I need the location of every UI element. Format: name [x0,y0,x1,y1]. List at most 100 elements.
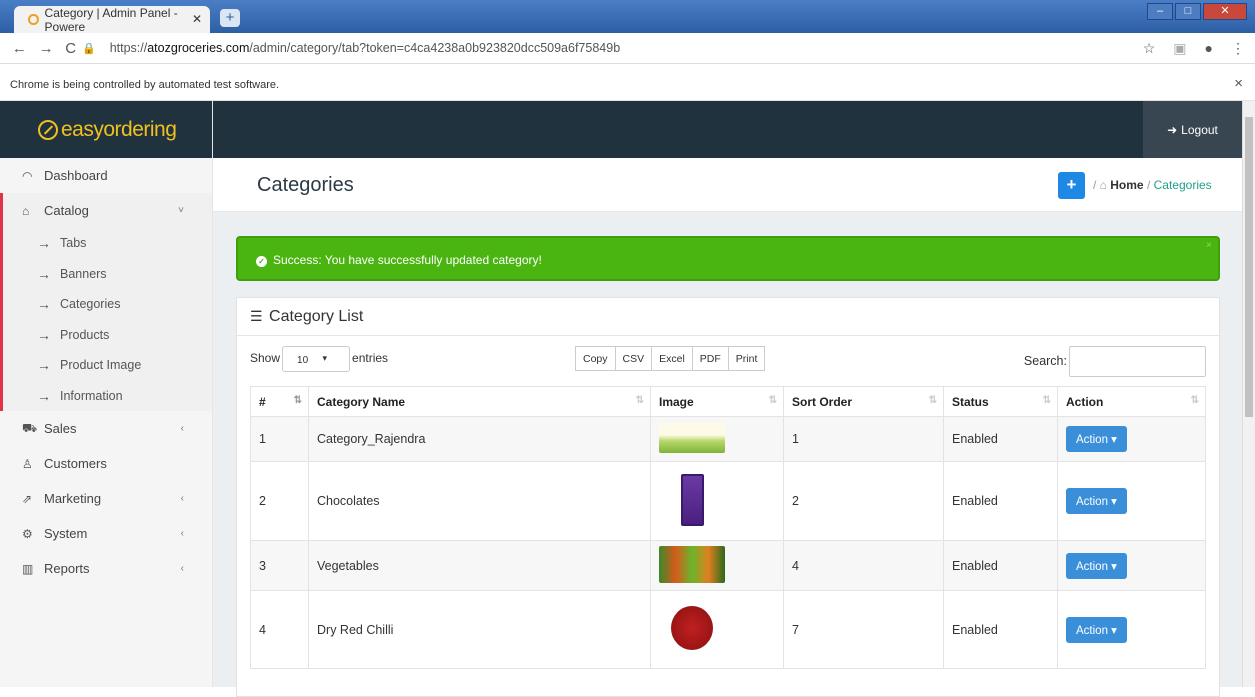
table-row: 3 Vegetables 4 Enabled Action ▾ [250,540,1206,591]
minimize-button[interactable]: – [1147,3,1173,20]
search-input[interactable] [1069,346,1206,377]
entries-value: 10 [297,355,309,366]
arrow-right-icon: → [37,387,51,404]
close-tab-icon[interactable]: ✕ [192,12,202,26]
forward-icon[interactable]: → [39,40,54,57]
sidebar-item-customers[interactable]: ♙ Customers [0,446,212,481]
sidebar-item-reports[interactable]: ▥ Reports ‹ [0,551,212,586]
col-header-image[interactable]: Image ⇅ [650,386,784,417]
col-header-name[interactable]: Category Name ⇅ [308,386,651,417]
sidebar-item-dashboard[interactable]: ◠ Dashboard [0,158,212,193]
sidebar-label: Information [60,388,123,403]
action-dropdown-button[interactable]: Action ▾ [1066,552,1127,579]
scrollbar-thumb[interactable] [1245,117,1253,417]
col-header-number[interactable]: # ⇅ [250,386,309,417]
col-header-action[interactable]: Action ⇅ [1057,386,1206,417]
window-controls: – □ ✕ [1147,3,1247,20]
sidebar-item-catalog[interactable]: ⌂ Catalog ˅ [3,193,212,228]
excel-button[interactable]: Excel [651,346,693,371]
action-label: Action [1076,624,1108,637]
share-icon: ⇗ [22,491,33,506]
export-buttons: Copy CSV Excel PDF Print [575,346,766,371]
logout-label: Logout [1181,122,1218,137]
cell-sort-order: 1 [783,416,944,462]
action-dropdown-button[interactable]: Action ▾ [1066,426,1127,452]
sidebar-subitem-categories[interactable]: → Categories [3,289,212,320]
list-icon: ☰ [250,308,263,324]
maximize-button[interactable]: □ [1175,3,1201,20]
col-header-sort-order[interactable]: Sort Order ⇅ [783,386,944,417]
chevron-left-icon: ‹ [180,563,184,574]
sidebar-label: Customers [44,456,107,471]
card-header: ☰ Category List [237,298,1219,336]
browser-tab[interactable]: Category | Admin Panel - Powere ✕ [14,6,210,34]
breadcrumb-home[interactable]: Home [1110,178,1143,192]
sidebar-item-marketing[interactable]: ⇗ Marketing ‹ [0,481,212,516]
table-row: 4 Dry Red Chilli 7 Enabled Action ▾ [250,590,1206,669]
page-scrollbar[interactable] [1242,101,1255,687]
back-icon[interactable]: ← [12,40,27,57]
brand-logo[interactable]: easyordering [0,101,212,158]
bookmark-star-icon[interactable]: ☆ [1143,40,1156,57]
close-infobar-icon[interactable]: × [1234,75,1243,92]
action-dropdown-button[interactable]: Action ▾ [1066,616,1127,643]
infobar-text: Chrome is being controlled by automated … [10,79,280,91]
profile-icon[interactable]: ● [1205,40,1213,57]
length-control: Show 10 entries [250,346,388,372]
sort-icon: ⇅ [635,395,644,406]
table-row: 2 Chocolates 2 Enabled Action ▾ [250,461,1206,541]
chevron-left-icon: ‹ [180,528,184,539]
sidebar-label: Product Image [60,358,142,373]
arrow-right-icon: → [37,326,51,343]
sidebar-subitem-products[interactable]: → Products [3,320,212,351]
logout-button[interactable]: ➜ Logout [1143,101,1242,158]
extension-icon[interactable]: ▣ [1173,40,1186,57]
arrow-right-icon: → [37,265,51,282]
sidebar-subitem-product-image[interactable]: → Product Image [3,350,212,381]
menu-dots-icon[interactable]: ⋮ [1231,40,1245,57]
url-field[interactable]: https://atozgroceries.com/admin/category… [110,41,620,55]
lock-icon: 🔒 [82,42,96,55]
sidebar-label: Dashboard [44,168,108,183]
csv-button[interactable]: CSV [614,346,653,371]
breadcrumb-current[interactable]: Categories [1154,178,1212,192]
cell-action: Action ▾ [1057,540,1206,591]
header-label: Action [1066,394,1104,409]
table-row: 1 Category_Rajendra 1 Enabled Action ▾ [250,416,1206,462]
new-tab-button[interactable]: + [220,9,240,27]
entries-select[interactable]: 10 [282,346,351,372]
category-thumbnail [671,606,713,650]
browser-tabstrip: Category | Admin Panel - Powere ✕ + – □ ✕ [0,0,1255,34]
cell-image [650,540,784,591]
action-label: Action [1076,434,1108,446]
sidebar-item-sales[interactable]: ⛟ Sales ‹ [0,411,212,446]
category-thumbnail [659,422,725,453]
dashboard-icon: ◠ [22,168,33,183]
sort-icon: ⇅ [1190,395,1199,406]
close-alert-icon[interactable]: × [1206,240,1212,251]
close-window-button[interactable]: ✕ [1203,3,1247,20]
action-dropdown-button[interactable]: Action ▾ [1066,488,1127,514]
category-list-card: ☰ Category List Show 10 entries Copy CSV E… [236,297,1220,697]
card-title: Category List [269,308,364,325]
chevron-left-icon: ‹ [180,493,184,504]
sidebar-subitem-tabs[interactable]: → Tabs [3,228,212,259]
header-label: Category Name [317,394,406,409]
cell-status: Enabled [943,461,1058,541]
reload-icon[interactable]: C [65,40,76,57]
sidebar-label: Banners [60,266,107,281]
search-control: Search: [1024,346,1206,377]
print-button[interactable]: Print [727,346,766,371]
copy-button[interactable]: Copy [575,346,616,371]
add-category-button[interactable]: + [1058,172,1085,199]
col-header-status[interactable]: Status ⇅ [943,386,1058,417]
page-header: Categories + / ⌂ Home / Categories [213,158,1242,212]
pdf-button[interactable]: PDF [691,346,729,371]
sidebar-label: Marketing [44,491,102,506]
sidebar-item-system[interactable]: ⚙ System ‹ [0,516,212,551]
cell-action: Action ▾ [1057,590,1206,669]
cell-image [650,416,784,462]
sidebar-subitem-information[interactable]: → Information [3,381,212,412]
sidebar-subitem-banners[interactable]: → Banners [3,259,212,290]
cell-sort-order: 7 [783,590,944,669]
